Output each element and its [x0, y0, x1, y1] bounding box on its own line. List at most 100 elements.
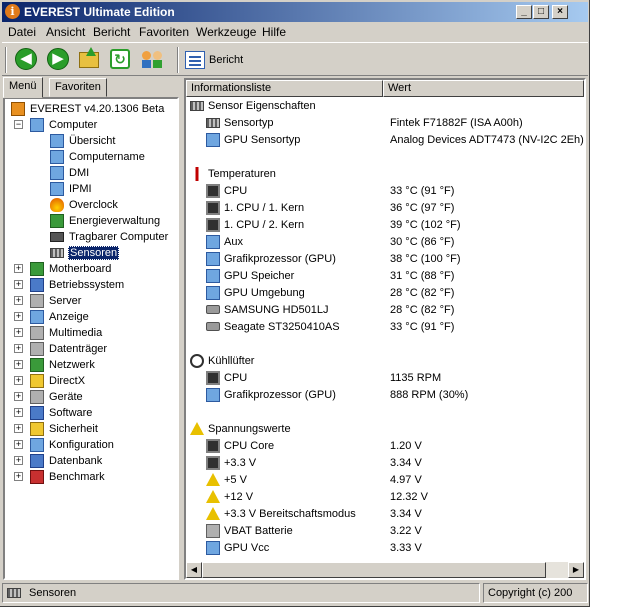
scroll-right-button[interactable]: ▶	[568, 562, 584, 578]
tree-item-top[interactable]: + Sicherheit	[14, 421, 99, 437]
tree-item-child[interactable]: DMI	[50, 165, 90, 181]
expander-icon[interactable]: +	[14, 424, 23, 433]
section-header[interactable]: Spannungswerte	[190, 420, 291, 437]
tree-item-top[interactable]: + DirectX	[14, 373, 86, 389]
tree-item-label: Sicherheit	[49, 423, 98, 435]
tree-item-top[interactable]: + Konfiguration	[14, 437, 115, 453]
tree-item-top[interactable]: + Betriebssystem	[14, 277, 125, 293]
tree-item-label: EVEREST v4.20.1306 Beta	[30, 103, 165, 115]
tree-item-top[interactable]: + Anzeige	[14, 309, 90, 325]
expander-icon[interactable]: +	[14, 264, 23, 273]
minimize-button[interactable]: _	[516, 5, 532, 19]
info-list[interactable]: Informationsliste Wert ◀ ▶ Sensor Eigens…	[184, 78, 586, 580]
tree-item-computer[interactable]: − Computer	[14, 117, 98, 133]
table-row[interactable]: Seagate ST3250410AS	[206, 318, 340, 335]
tab-favoriten[interactable]: Favoriten	[49, 78, 107, 97]
table-row[interactable]: 1. CPU / 1. Kern	[206, 199, 304, 216]
table-row[interactable]: GPU Umgebung	[206, 284, 305, 301]
tree-item-child[interactable]: Sensoren	[50, 245, 120, 261]
section-header[interactable]: Temperaturen	[190, 165, 276, 182]
up-button[interactable]	[79, 47, 103, 72]
field-label: Grafikprozessor (GPU)	[224, 252, 336, 265]
scroll-left-button[interactable]: ◀	[186, 562, 202, 578]
table-row[interactable]: GPU Sensortyp	[206, 131, 300, 148]
tree-item-root[interactable]: EVEREST v4.20.1306 Beta	[11, 101, 165, 117]
navigation-tree[interactable]: EVEREST v4.20.1306 Beta − Computer Übersich…	[3, 97, 179, 580]
tree-item-child[interactable]: Overclock	[50, 197, 119, 213]
table-row[interactable]: GPU Vcc	[206, 539, 269, 556]
expander-icon[interactable]: +	[14, 408, 23, 417]
column-header-value[interactable]: Wert	[383, 80, 584, 97]
menu-hilfe[interactable]: Hilfe	[262, 25, 286, 39]
menu-favoriten[interactable]: Favoriten	[139, 25, 189, 39]
expander-icon[interactable]: +	[14, 344, 23, 353]
close-button[interactable]: ×	[552, 5, 568, 19]
tree-item-top[interactable]: + Motherboard	[14, 261, 112, 277]
table-row[interactable]: +3.3 V	[206, 454, 256, 471]
report-button[interactable]: Bericht	[185, 48, 243, 72]
expander-icon[interactable]: +	[14, 360, 23, 369]
tree-item-top[interactable]: + Benchmark	[14, 469, 106, 485]
tree-item-child[interactable]: IPMI	[50, 181, 93, 197]
menu-werkzeuge[interactable]: Werkzeuge	[196, 25, 256, 39]
tree-item-top[interactable]: + Datenbank	[14, 453, 103, 469]
section-header[interactable]: Kühllüfter	[190, 352, 254, 369]
menu-bericht[interactable]: Bericht	[93, 25, 130, 39]
table-row[interactable]: +5 V	[206, 471, 247, 488]
tree-item-child[interactable]: Computername	[50, 149, 146, 165]
expander-icon[interactable]: +	[14, 392, 23, 401]
tree-item-label: Konfiguration	[49, 439, 114, 451]
horizontal-scrollbar[interactable]: ◀ ▶	[186, 562, 584, 578]
expander-icon[interactable]: +	[14, 376, 23, 385]
expander-icon[interactable]: −	[14, 120, 23, 129]
tree-item-child[interactable]: Übersicht	[50, 133, 116, 149]
table-row[interactable]: SAMSUNG HD501LJ	[206, 301, 329, 318]
sensor-icon	[50, 248, 64, 258]
field-value: Analog Devices ADT7473 (NV-I2C 2Eh)	[390, 133, 584, 146]
tree-item-top[interactable]: + Server	[14, 293, 82, 309]
tree-item-top[interactable]: + Geräte	[14, 389, 84, 405]
tree-item-top[interactable]: + Software	[14, 405, 93, 421]
field-value: 39 °C (102 °F)	[390, 218, 461, 231]
expander-icon[interactable]: +	[14, 440, 23, 449]
column-header-field[interactable]: Informationsliste	[186, 80, 383, 97]
table-row[interactable]: GPU Speicher	[206, 267, 294, 284]
tab-menu[interactable]: Menü	[3, 77, 43, 98]
expander-icon[interactable]: +	[14, 312, 23, 321]
back-button[interactable]: ◀	[15, 48, 39, 72]
expander-icon[interactable]: +	[14, 280, 23, 289]
tree-item-label: Overclock	[69, 199, 118, 211]
tree-item-top[interactable]: + Netzwerk	[14, 357, 96, 373]
table-row[interactable]: Grafikprozessor (GPU)	[206, 386, 336, 403]
tree-item-child[interactable]: Tragbarer Computer	[50, 229, 169, 245]
motherboard-icon	[30, 262, 44, 276]
title-bar[interactable]: i EVEREST Ultimate Edition _ □ ×	[2, 2, 588, 22]
table-row[interactable]: +12 V	[206, 488, 253, 505]
table-row[interactable]: +3.3 V Bereitschaftsmodus	[206, 505, 356, 522]
menu-ansicht[interactable]: Ansicht	[46, 25, 85, 39]
app-info-icon[interactable]: i	[5, 4, 20, 19]
refresh-button[interactable]: ↻	[110, 48, 134, 72]
expander-icon[interactable]: +	[14, 328, 23, 337]
table-row[interactable]: 1. CPU / 2. Kern	[206, 216, 304, 233]
scroll-thumb[interactable]	[202, 562, 546, 578]
table-row[interactable]: Sensortyp	[206, 114, 274, 131]
table-row[interactable]: Grafikprozessor (GPU)	[206, 250, 336, 267]
info-icon	[11, 102, 25, 116]
users-button[interactable]	[142, 48, 166, 72]
tree-item-child[interactable]: Energieverwaltung	[50, 213, 161, 229]
table-row[interactable]: CPU	[206, 182, 247, 199]
tree-item-top[interactable]: + Multimedia	[14, 325, 103, 341]
table-row[interactable]: CPU Core	[206, 437, 274, 454]
expander-icon[interactable]: +	[14, 472, 23, 481]
menu-datei[interactable]: Datei	[8, 25, 36, 39]
section-header[interactable]: Sensor Eigenschaften	[190, 97, 316, 114]
expander-icon[interactable]: +	[14, 456, 23, 465]
maximize-button[interactable]: □	[533, 5, 549, 19]
expander-icon[interactable]: +	[14, 296, 23, 305]
table-row[interactable]: VBAT Batterie	[206, 522, 293, 539]
tree-item-top[interactable]: + Datenträger	[14, 341, 108, 357]
table-row[interactable]: CPU	[206, 369, 247, 386]
table-row[interactable]: Aux	[206, 233, 243, 250]
forward-button[interactable]: ▶	[47, 48, 71, 72]
